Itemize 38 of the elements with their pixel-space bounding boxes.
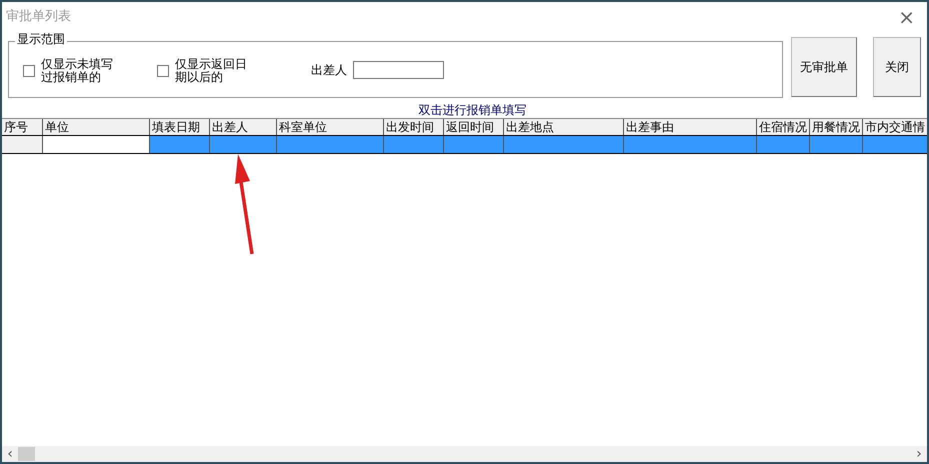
column-header[interactable]: 填表日期 [150,119,210,135]
column-header[interactable]: 住宿情况 [757,119,810,135]
checkbox-box[interactable] [23,65,35,77]
scroll-thumb[interactable] [18,447,35,461]
close-button[interactable]: × [894,7,919,27]
table-cell [757,136,810,153]
filter-checkbox[interactable]: 仅显示未填写过报销单的 [23,58,157,84]
table-cell [150,136,210,153]
table-cell [810,136,863,153]
column-header[interactable]: 出差地点 [504,119,624,135]
table-cell [863,136,927,153]
toolbar-button[interactable]: 关闭 [873,37,921,97]
table-cell [2,136,43,153]
filter-checkbox[interactable]: 仅显示返回日期以后的 [157,58,291,84]
traveler-input[interactable] [353,60,444,78]
group-legend: 显示范围 [15,33,67,45]
toolbar-button[interactable]: 无审批单 [791,37,857,97]
traveler-label: 出差人 [311,62,347,78]
table-cell [384,136,444,153]
table-cell [444,136,504,153]
checkbox-label: 仅显示返回日期以后的 [175,58,247,84]
window-title: 审批单列表 [6,8,71,26]
checkbox-box[interactable] [157,65,169,77]
scroll-right-button[interactable]: › [911,447,927,461]
column-header[interactable]: 序号 [2,119,43,135]
column-header[interactable]: 市内交通情 [863,119,927,135]
column-header[interactable]: 出差事由 [624,119,757,135]
checkbox-label: 仅显示未填写过报销单的 [41,58,113,84]
hint-text: 双击进行报销单填写 [418,102,526,118]
table-cell [210,136,277,153]
column-header[interactable]: 返回时间 [444,119,504,135]
column-header[interactable]: 出发时间 [384,119,444,135]
column-header[interactable]: 用餐情况 [810,119,863,135]
column-header[interactable]: 出差人 [210,119,277,135]
table-row[interactable] [2,136,927,154]
scroll-left-button[interactable]: ‹ [2,447,18,461]
column-header[interactable]: 单位 [43,119,150,135]
column-header[interactable]: 科室单位 [277,119,384,135]
